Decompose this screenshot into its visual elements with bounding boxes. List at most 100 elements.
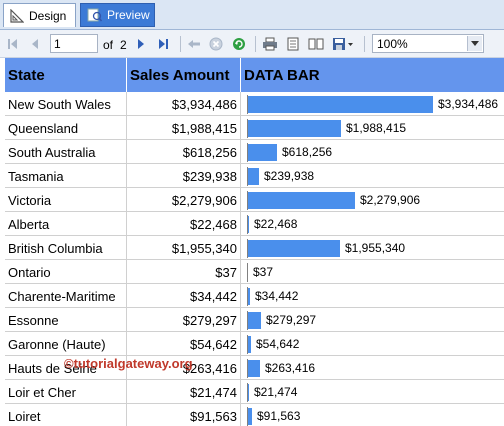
data-bar-label: $22,468 xyxy=(254,217,298,231)
print-layout-icon xyxy=(287,37,299,51)
data-bar-label: $279,297 xyxy=(266,313,317,327)
table-row: Essonne $279,297 $279,297 xyxy=(5,308,504,332)
cell-sales-amount: $37 xyxy=(215,265,237,280)
last-page-icon xyxy=(159,39,168,49)
last-page-button[interactable] xyxy=(156,35,172,53)
zoom-select[interactable]: 100% xyxy=(372,34,484,53)
chevron-down-icon[interactable] xyxy=(467,36,482,51)
data-bar xyxy=(248,216,249,233)
table-row: New South Wales $3,934,486 $3,934,486 xyxy=(5,92,504,116)
table-row: Garonne (Haute) $54,642 $54,642 xyxy=(5,332,504,356)
data-bar xyxy=(248,384,249,401)
data-bar-label: $1,988,415 xyxy=(346,121,407,135)
table-row: Loiret $91,563 $91,563 xyxy=(5,404,504,426)
tab-design[interactable]: Design xyxy=(3,3,76,27)
cell-sales-amount: $618,256 xyxy=(182,145,237,160)
cell-state: New South Wales xyxy=(8,97,111,112)
table-row: Victoria $2,279,906 $2,279,906 xyxy=(5,188,504,212)
table-row: Ontario $37 $37 xyxy=(5,260,504,284)
cell-state: Loir et Cher xyxy=(8,385,76,400)
data-bar xyxy=(248,288,250,305)
current-page-input[interactable]: 1 xyxy=(50,34,98,53)
cell-state: Loiret xyxy=(8,409,41,424)
stop-icon xyxy=(209,37,223,51)
back-arrow-icon xyxy=(188,40,200,48)
page-total-label: 2 xyxy=(120,38,127,52)
tab-preview[interactable]: Preview xyxy=(80,3,155,27)
data-bar-label: $239,938 xyxy=(264,169,315,183)
print-button[interactable] xyxy=(261,35,279,53)
data-bar-label: $21,474 xyxy=(254,385,298,399)
refresh-icon xyxy=(233,38,245,50)
watermark-text: ©tutorialgateway.org xyxy=(64,356,193,371)
table-row: Alberta $22,468 $22,468 xyxy=(5,212,504,236)
cell-sales-amount: $239,938 xyxy=(182,169,237,184)
cell-sales-amount: $22,468 xyxy=(190,217,237,232)
column-header-sales-amount: Sales Amount xyxy=(127,58,240,92)
data-bar xyxy=(248,360,260,377)
toolbar-separator xyxy=(180,36,181,52)
table-row: South Australia $618,256 $618,256 xyxy=(5,140,504,164)
zoom-value: 100% xyxy=(377,37,408,51)
cell-sales-amount: $1,988,415 xyxy=(171,121,237,136)
table-row: Queensland $1,988,415 $1,988,415 xyxy=(5,116,504,140)
data-bar-label: $2,279,906 xyxy=(360,193,421,207)
data-bar xyxy=(248,144,277,161)
data-bar-label: $1,955,340 xyxy=(345,241,406,255)
page-setup-button[interactable] xyxy=(307,35,325,53)
cell-sales-amount: $91,563 xyxy=(190,409,237,424)
data-bar xyxy=(248,240,340,257)
data-bar-label: $34,442 xyxy=(255,289,299,303)
refresh-button[interactable] xyxy=(231,35,247,53)
table-row: Loir et Cher $21,474 $21,474 xyxy=(5,380,504,404)
export-button[interactable] xyxy=(331,35,355,53)
cell-state: Victoria xyxy=(8,193,52,208)
stop-button[interactable] xyxy=(208,35,224,53)
report-preview-toolbar: 1 of 2 100% xyxy=(0,30,504,58)
designer-tab-strip: Design Preview xyxy=(0,0,504,30)
data-bar-label: $263,416 xyxy=(265,361,316,375)
page-setup-icon xyxy=(308,38,324,50)
cell-state: South Australia xyxy=(8,145,96,160)
cell-sales-amount: $1,955,340 xyxy=(171,241,237,256)
cell-sales-amount: $2,279,906 xyxy=(171,193,237,208)
table-row: Charente-Maritime $34,442 $34,442 xyxy=(5,284,504,308)
save-export-icon xyxy=(333,38,353,50)
cell-state: Charente-Maritime xyxy=(8,289,116,304)
cell-sales-amount: $279,297 xyxy=(182,313,237,328)
data-bar xyxy=(248,168,259,185)
cell-state: Ontario xyxy=(8,265,51,280)
cell-state: Essonne xyxy=(8,313,59,328)
preview-icon xyxy=(87,8,102,22)
cell-state: Queensland xyxy=(8,121,79,136)
previous-page-button[interactable] xyxy=(28,35,42,53)
toolbar-separator xyxy=(255,36,256,52)
tab-design-label: Design xyxy=(29,8,67,23)
previous-page-icon xyxy=(32,39,38,49)
back-button[interactable] xyxy=(186,35,202,53)
data-bar-axis xyxy=(247,263,248,282)
print-layout-button[interactable] xyxy=(284,35,302,53)
data-bar xyxy=(248,192,355,209)
data-bar xyxy=(248,312,261,329)
cell-state: Alberta xyxy=(8,217,50,232)
report-body: State Sales Amount DATA BAR New South Wa… xyxy=(0,58,504,426)
first-page-icon xyxy=(8,39,17,49)
cell-sales-amount: $21,474 xyxy=(190,385,237,400)
first-page-button[interactable] xyxy=(6,35,20,53)
data-bar-label: $3,934,486 xyxy=(438,97,499,111)
cell-state: British Columbia xyxy=(8,241,103,256)
data-bar-label: $37 xyxy=(253,265,274,279)
cell-sales-amount: $54,642 xyxy=(190,337,237,352)
data-bar-label: $54,642 xyxy=(256,337,300,351)
printer-icon xyxy=(263,37,277,51)
data-bar xyxy=(248,96,433,113)
toolbar-separator xyxy=(364,36,365,52)
data-bar-label: $618,256 xyxy=(282,145,333,159)
cell-sales-amount: $34,442 xyxy=(190,289,237,304)
next-page-button[interactable] xyxy=(134,35,148,53)
table-row: British Columbia $1,955,340 $1,955,340 xyxy=(5,236,504,260)
data-bar xyxy=(248,120,341,137)
design-ruler-icon xyxy=(10,8,24,23)
cell-state: Garonne (Haute) xyxy=(8,337,106,352)
